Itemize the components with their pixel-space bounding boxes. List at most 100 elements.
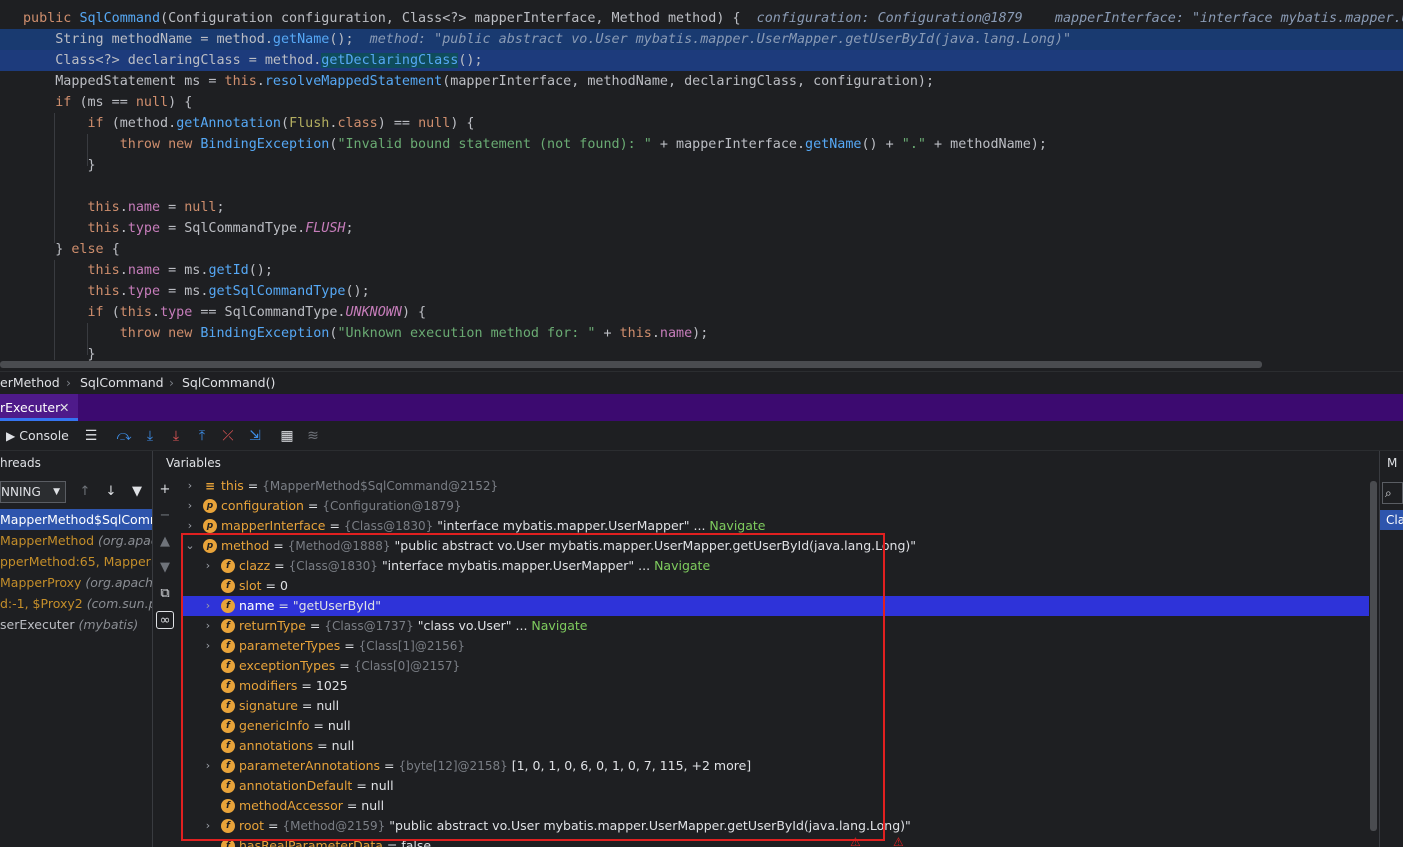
code-editor[interactable]: public SqlCommand(Configuration configur… [0,0,1403,371]
run-to-cursor-icon[interactable]: ⇲ [246,425,264,447]
code-token: "Unknown execution method for: " [337,326,596,341]
code-line[interactable]: if (method.getAnnotation(Flush.class) ==… [0,113,1403,134]
code-line[interactable]: throw new BindingException("Invalid boun… [0,134,1403,155]
stack-frame-item[interactable]: MapperMethod (org.apach [0,530,152,551]
stack-frame-item[interactable]: serExecuter (mybatis) [0,614,152,635]
code-line[interactable]: this.type = ms.getSqlCommandType(); [0,281,1403,302]
code-line[interactable]: public SqlCommand(Configuration configur… [0,8,1403,29]
warning-icon: ⚠ [850,835,861,847]
variable-entry: signature = null [239,698,340,713]
console-tab[interactable]: ▶ Console [6,425,76,447]
code-token: ( [111,305,120,320]
move-up-icon[interactable]: ▲ [156,533,174,551]
variable-row[interactable]: › f root = {Method@2159} "public abstract … [181,816,1369,836]
variable-row[interactable]: › f clazz = {Class@1830} "interface mybati… [181,556,1369,576]
chevron-right-icon[interactable]: › [203,756,213,776]
thread-selector-dropdown[interactable]: NNING ▼ [0,481,66,503]
code-line[interactable]: } else { [0,239,1403,260]
chevron-down-icon: ▼ [53,487,60,497]
code-line[interactable]: if (ms == null) { [0,92,1403,113]
code-line[interactable]: this.name = null; [0,197,1403,218]
arrow-down-icon[interactable]: ↓ [102,482,120,502]
move-down-icon[interactable]: ▼ [156,559,174,577]
chevron-right-icon[interactable]: › [203,556,213,576]
remove-watch-icon[interactable]: − [156,507,174,525]
variable-row[interactable]: › f parameterTypes = {Class[1]@2156} [181,636,1369,656]
layout-icon[interactable]: ☰ [82,425,100,447]
code-line[interactable]: } [0,155,1403,176]
variable-row[interactable]: f annotationDefault = null [181,776,1369,796]
code-line[interactable]: MappedStatement ms = this.resolveMappedS… [0,71,1403,92]
variable-row[interactable]: › f returnType = {Class@1737} "class vo.Us… [181,616,1369,636]
navigate-link[interactable]: Navigate [709,518,765,533]
stack-frame-item[interactable]: MapperProxy (org.apache [0,572,152,593]
breadcrumb-item-inner-class[interactable]: SqlCommand [80,372,164,394]
breadcrumb-item-method[interactable]: SqlCommand() [182,372,275,394]
inline-watches-icon[interactable]: ∞ [156,611,174,629]
variables-scrollbar[interactable] [1370,481,1377,831]
editor-horizontal-scrollbar[interactable] [0,361,1262,368]
variable-row[interactable]: f hasRealParameterData = false [181,836,1369,847]
close-icon[interactable]: ✕ [59,394,69,421]
code-line[interactable]: throw new BindingException("Unknown exec… [0,323,1403,344]
drop-frame-icon[interactable]: ⤫ [219,425,237,447]
variable-entry: returnType = {Class@1737} "class vo.User… [239,618,588,633]
variable-row[interactable]: › p mapperInterface = {Class@1830} "interf… [181,516,1369,536]
code-line[interactable]: String methodName = method.getName(); me… [0,29,1403,50]
code-line[interactable]: Class<?> declaringClass = method.getDecl… [0,50,1403,71]
stack-frame-item[interactable]: pperMethod:65, MapperPr [0,551,152,572]
code-token: ) { [168,95,193,110]
code-token: () + [861,137,902,152]
variable-row[interactable]: f exceptionTypes = {Class[0]@2157} [181,656,1369,676]
chevron-down-icon[interactable]: ⌄ [185,536,195,556]
breadcrumb-item-class[interactable]: erMethod [0,372,60,394]
force-step-into-icon[interactable]: ⤓ [167,425,185,447]
evaluate-expression-icon[interactable]: ▦ [278,425,296,447]
code-token: (); [458,53,483,68]
variable-row[interactable]: › ≡ this = {MapperMethod$SqlCommand@2152} [181,476,1369,496]
variable-row[interactable]: f slot = 0 [181,576,1369,596]
variable-row[interactable]: f modifiers = 1025 [181,676,1369,696]
panel-divider [152,451,153,847]
variable-row[interactable]: f annotations = null [181,736,1369,756]
code-token: type [127,221,161,236]
variable-row[interactable]: ⌄ p method = {Method@1888} "public abstrac… [181,536,1369,556]
variable-row[interactable]: › f name = "getUserById" [181,596,1369,616]
chevron-right-icon[interactable]: › [203,636,213,656]
code-line[interactable]: this.type = SqlCommandType.FLUSH; [0,218,1403,239]
chevron-right-icon[interactable]: › [185,516,195,536]
step-over-icon[interactable]: ⤼ [115,425,133,447]
code-line[interactable]: this.name = ms.getId(); [0,260,1403,281]
chevron-right-icon[interactable]: › [203,616,213,636]
stack-frame-label: serExecuter [0,617,79,632]
variable-row[interactable]: › p configuration = {Configuration@1879} [181,496,1369,516]
add-watch-icon[interactable]: + [156,481,174,499]
filter-icon[interactable]: ▼ [128,482,146,502]
class-list-item[interactable]: Cla [1380,510,1403,530]
variable-row[interactable]: f genericInfo = null [181,716,1369,736]
variable-row[interactable]: f signature = null [181,696,1369,716]
step-into-icon[interactable]: ⤓ [141,425,159,447]
navigate-link[interactable]: Navigate [531,618,587,633]
trace-stream-icon[interactable]: ≋ [304,425,322,447]
variable-row[interactable]: › f parameterAnnotations = {byte[12]@2158}… [181,756,1369,776]
code-line[interactable]: if (this.type == SqlCommandType.UNKNOWN)… [0,302,1403,323]
stack-frame-item[interactable]: MapperMethod$SqlComm [0,509,152,530]
chevron-right-icon[interactable]: › [185,496,195,516]
arrow-up-icon[interactable]: ↑ [76,482,94,502]
variable-row[interactable]: f methodAccessor = null [181,796,1369,816]
variable-name: clazz [239,558,271,573]
stack-frame-label: MapperProxy [0,575,86,590]
variable-name: slot [239,578,262,593]
copy-icon[interactable]: ⧉ [156,585,174,603]
code-line[interactable] [0,176,1403,197]
chevron-right-icon[interactable]: › [185,476,195,496]
step-out-icon[interactable]: ⤒ [193,425,211,447]
chevron-right-icon[interactable]: › [203,816,213,836]
chevron-right-icon[interactable]: › [203,596,213,616]
stack-frame-item[interactable]: d:-1, $Proxy2 (com.sun.pro [0,593,152,614]
variables-tree[interactable]: › ≡ this = {MapperMethod$SqlCommand@2152} … [181,476,1369,847]
navigate-link[interactable]: Navigate [654,558,710,573]
debug-session-tab[interactable]: rExecuter ✕ [0,394,78,421]
class-search-input[interactable]: ⌕ [1382,482,1403,504]
